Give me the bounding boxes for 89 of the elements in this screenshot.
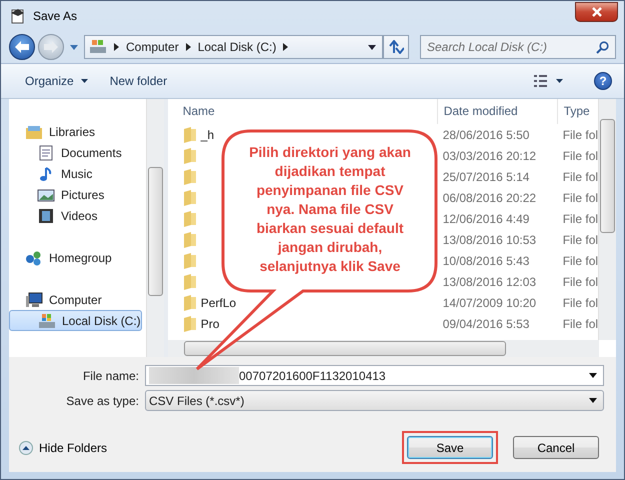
type-cell-text: File fol <box>562 316 598 330</box>
library-icon <box>25 124 43 140</box>
type-cell-text: File fol <box>562 148 598 162</box>
type-cell-text: File fol <box>562 274 598 288</box>
date-cell-text: 10/08/2016 5:43 <box>442 254 530 268</box>
dropdown-icon[interactable] <box>589 373 597 378</box>
window-title: Save As <box>33 9 78 23</box>
date-cell-text: 12/06/2016 4:49 <box>442 212 530 226</box>
homegroup-icon <box>25 250 43 266</box>
type-cell-text: File fol <box>562 170 598 184</box>
nav-item[interactable]: Computer <box>9 289 142 310</box>
folder-icon <box>182 210 197 226</box>
date-cell-text: 28/06/2016 5:50 <box>442 128 530 142</box>
hide-folders-button[interactable]: Hide Folders <box>19 440 108 454</box>
dialog-button[interactable]: Cancel <box>513 436 599 459</box>
file-name[interactable]: PerfLo <box>200 296 236 310</box>
date-cell-text: 13/08/2016 12:03 <box>442 274 538 288</box>
file-type-dropdown[interactable]: CSV Files (*.csv*) <box>145 390 604 411</box>
date-cell-text: 14/07/2009 10:20 <box>442 296 538 310</box>
chevron-icon <box>114 43 119 51</box>
folder-icon <box>182 190 197 206</box>
nav-item[interactable]: Pictures <box>9 184 142 205</box>
help-button[interactable]: ? <box>594 72 612 90</box>
folder-icon <box>182 148 197 164</box>
field-label: Save as type: <box>65 394 139 408</box>
nav-item[interactable]: Homegroup <box>9 247 142 268</box>
nav-item[interactable]: Local Disk (C:) <box>9 310 142 331</box>
type-cell-text: File fol <box>562 296 598 310</box>
date-cell-text: 03/03/2016 20:12 <box>442 148 538 162</box>
picture-icon <box>37 186 55 202</box>
folder-icon <box>182 294 197 310</box>
disk-icon <box>38 312 56 328</box>
breadcrumb[interactable]: Local Disk (C:) <box>198 40 276 54</box>
dropdown-icon[interactable] <box>368 44 376 50</box>
callout-text: Pilih direktori yang akan dijadikan tempat penyimpanan file CSV nya. Nama file CSV biarkan sesuai default jangan dirubah, selanjutnya klik Save <box>248 143 412 276</box>
refresh-button[interactable] <box>383 35 409 59</box>
history-dropdown-icon[interactable] <box>70 44 78 50</box>
type-cell-text: File fol <box>562 212 598 226</box>
dropdown-icon[interactable] <box>589 398 597 403</box>
folder-icon <box>182 252 197 268</box>
vertical-scrollbar[interactable] <box>598 99 616 340</box>
horizontal-scrollbar[interactable] <box>168 340 600 357</box>
folder-icon <box>182 316 197 332</box>
type-cell-text: File fol <box>562 232 598 246</box>
field-label: File name: <box>82 368 139 382</box>
folder-icon <box>182 274 197 290</box>
refresh-icon <box>388 40 404 54</box>
close-button[interactable] <box>575 2 618 22</box>
type-cell-text: File fol <box>562 128 598 142</box>
column-header[interactable]: Date modified <box>436 99 557 124</box>
scroll-thumb[interactable] <box>600 119 616 233</box>
close-icon <box>590 7 602 17</box>
type-cell-text: File fol <box>562 254 598 268</box>
column-header[interactable]: Name <box>168 99 437 124</box>
file-name-field[interactable]: 00707201600F1132010413 <box>145 365 604 386</box>
vertical-scrollbar[interactable] <box>146 99 164 357</box>
drive-icon <box>89 39 107 55</box>
date-cell-text: 09/04/2016 5:53 <box>442 316 530 330</box>
right-arrow-icon <box>43 40 59 54</box>
date-cell-text: 06/08/2016 20:22 <box>442 190 538 204</box>
scroll-thumb[interactable] <box>148 167 163 296</box>
folder-icon <box>182 168 197 184</box>
chevron-icon <box>283 43 288 51</box>
type-cell-text: File fol <box>562 190 598 204</box>
dialog-button[interactable]: Save <box>407 436 493 459</box>
address-bar[interactable]: Computer Local Disk (C:) <box>84 35 383 59</box>
search-field[interactable]: Search Local Disk (C:) <box>420 35 616 59</box>
nav-item[interactable]: Videos <box>9 205 142 226</box>
toolbar-button[interactable]: New folder <box>104 70 174 92</box>
nav-item[interactable]: Music <box>9 163 142 184</box>
computer-icon <box>25 292 43 308</box>
folder-icon <box>182 126 197 142</box>
document-icon <box>37 144 55 160</box>
nav-item[interactable]: Libraries <box>9 121 142 142</box>
toolbar-button[interactable]: Organize <box>19 70 94 92</box>
folder-icon <box>182 232 197 248</box>
search-icon <box>596 41 609 54</box>
file-name[interactable]: Pro <box>200 316 220 330</box>
scroll-thumb[interactable] <box>184 341 506 356</box>
chevron-icon <box>186 43 191 51</box>
video-icon <box>37 208 55 224</box>
left-arrow-icon <box>14 40 30 54</box>
back-button[interactable] <box>9 34 35 60</box>
caret-icon <box>80 79 88 83</box>
date-cell-text: 25/07/2016 5:14 <box>442 170 530 184</box>
date-cell-text: 13/08/2016 10:53 <box>442 232 538 246</box>
file-name[interactable]: _h <box>200 128 214 142</box>
nav-item[interactable]: Documents <box>9 142 142 163</box>
breadcrumb[interactable]: Computer <box>126 40 179 54</box>
